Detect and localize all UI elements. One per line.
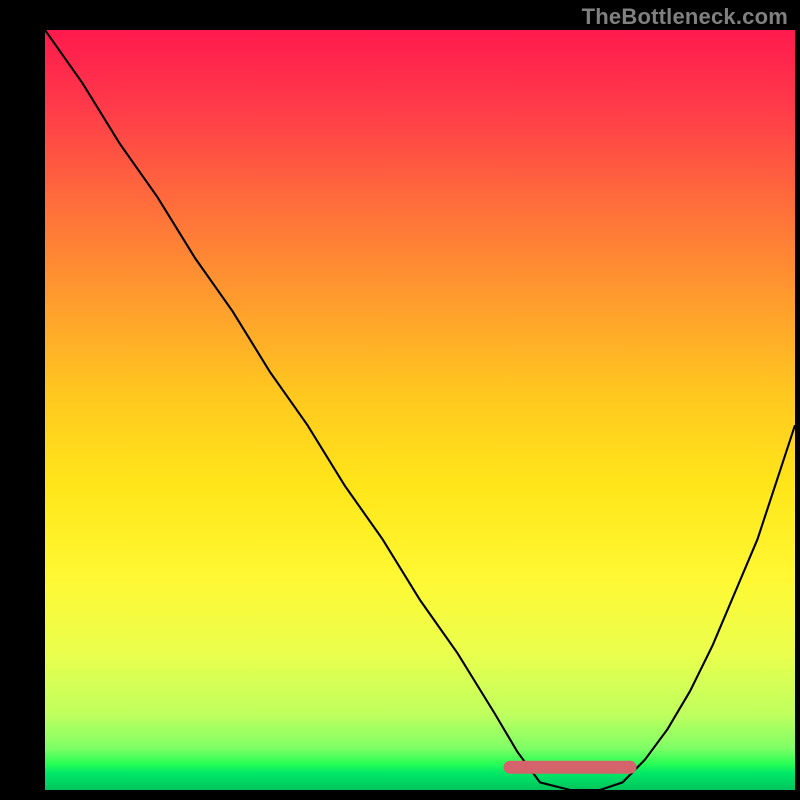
gradient-plot-area xyxy=(45,30,795,790)
chart-frame: TheBottleneck.com xyxy=(0,0,800,800)
bottleneck-chart xyxy=(0,0,800,800)
optimal-range-endpoint-marker xyxy=(624,761,637,774)
attribution-label: TheBottleneck.com xyxy=(582,4,788,30)
